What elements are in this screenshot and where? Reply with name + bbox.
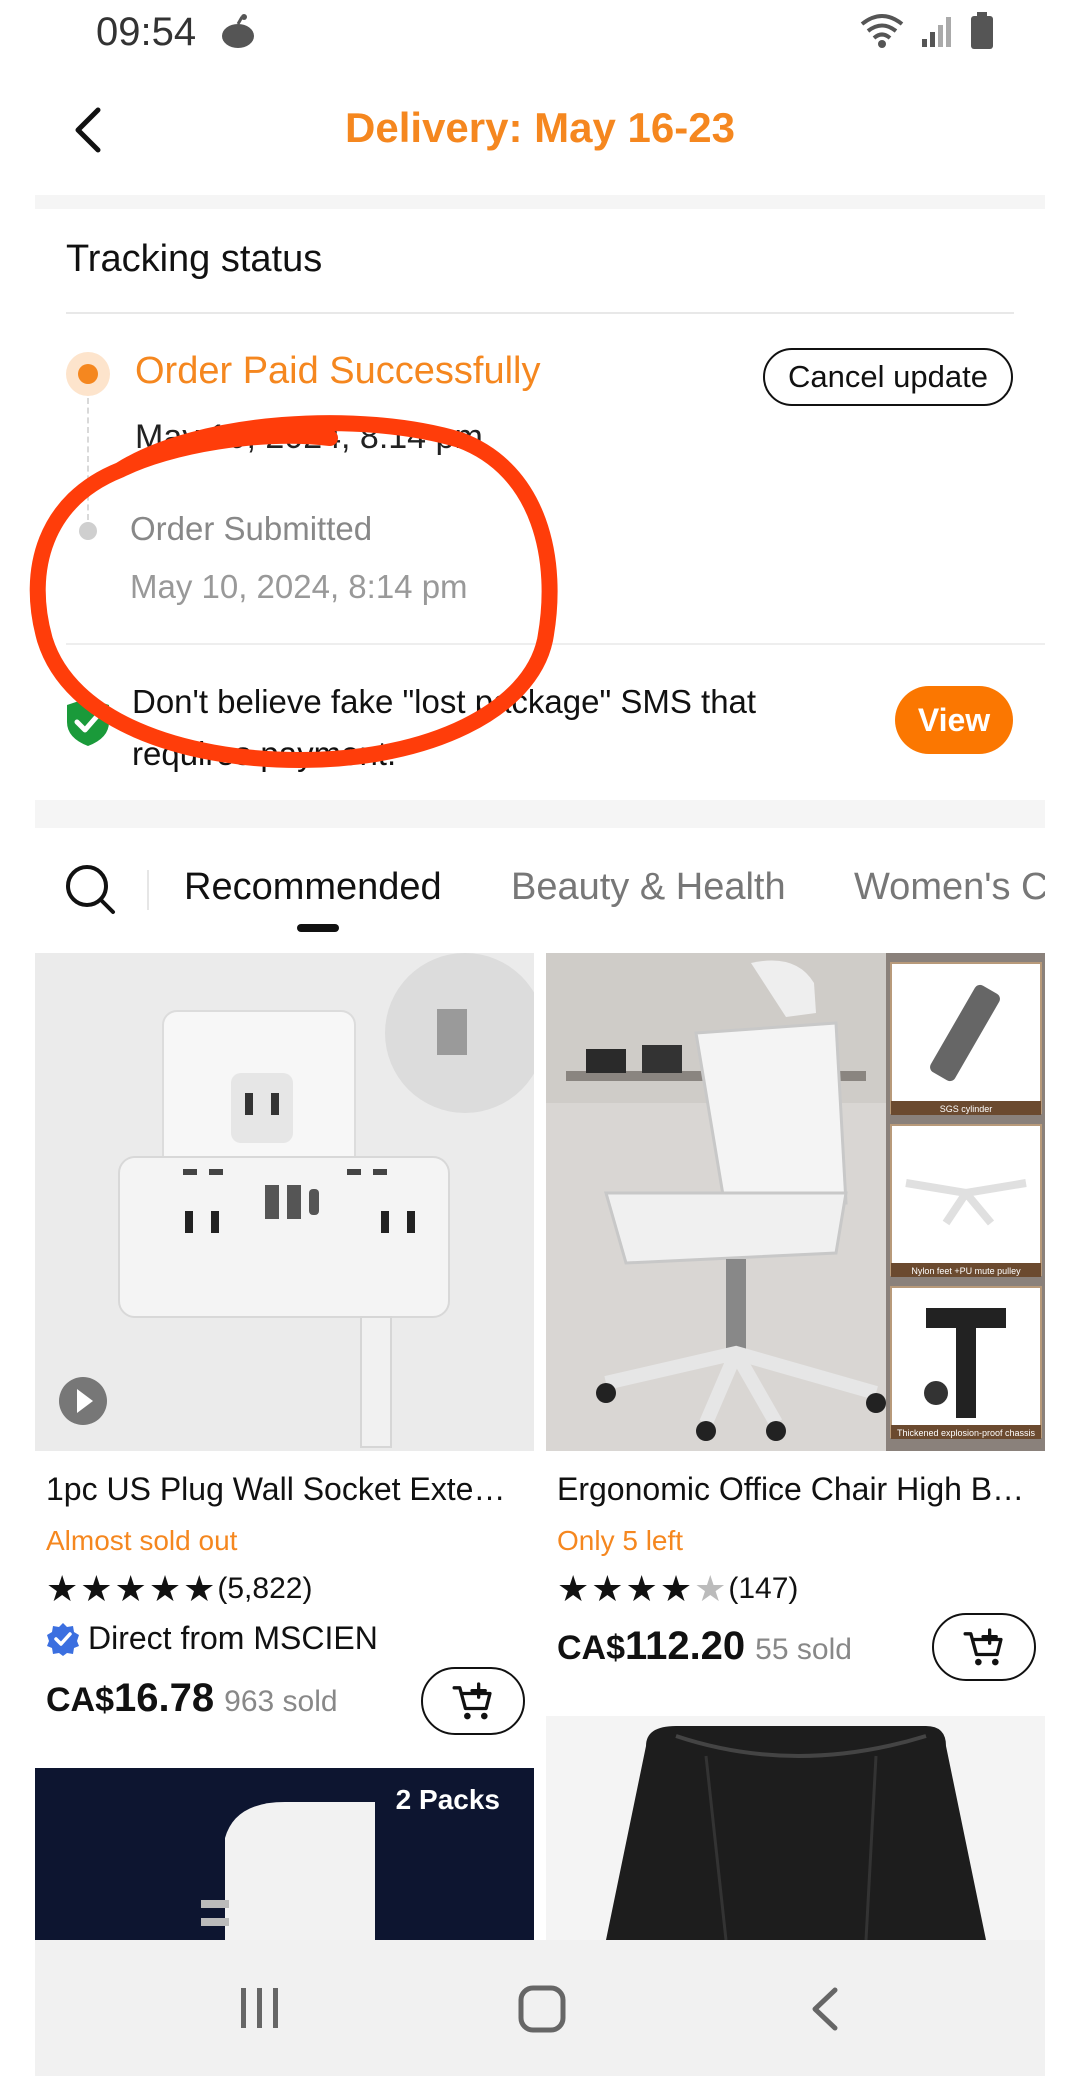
header-divider bbox=[35, 195, 1045, 209]
tab-beauty-health[interactable]: Beauty & Health bbox=[511, 866, 786, 909]
status-time: 09:54 bbox=[96, 10, 197, 54]
event-order-submitted-date: May 10, 2024, 8:14 pm bbox=[130, 568, 468, 605]
event-order-paid-date: May 10, 2024, 8:14 pm bbox=[135, 418, 483, 456]
tab-recommended[interactable]: Recommended bbox=[184, 866, 442, 909]
battery-icon bbox=[971, 12, 993, 49]
sold-count: 55 bbox=[755, 1633, 789, 1666]
price-currency: CA$ bbox=[46, 1681, 115, 1719]
event-order-submitted-title: Order Submitted bbox=[130, 510, 373, 547]
timeline-connector bbox=[87, 398, 89, 520]
sold-count: 963 bbox=[224, 1685, 275, 1718]
price-value: 112.20 bbox=[625, 1624, 746, 1668]
system-nav-bar bbox=[35, 1940, 1045, 2076]
rating-stars-icon: ★★★★★ bbox=[557, 1568, 729, 1609]
stock-status: Almost sold out bbox=[46, 1525, 238, 1556]
status-bar: 09:54 bbox=[0, 0, 1080, 70]
image-caption: Nylon feet +PU mute pulley bbox=[911, 1266, 1021, 1276]
price-value: 16.78 bbox=[114, 1676, 215, 1720]
home-icon[interactable] bbox=[517, 1984, 567, 2034]
category-bar: Recommended Beauty & Health Women's Clot… bbox=[35, 840, 1045, 940]
signal-icon bbox=[922, 17, 951, 47]
page-title: Delivery: May 16-23 bbox=[345, 104, 735, 151]
drawstring-bag-illustration bbox=[606, 1726, 986, 1940]
system-back-icon[interactable] bbox=[805, 1986, 845, 2032]
divider bbox=[66, 643, 1045, 645]
sold-label: sold bbox=[796, 1633, 852, 1666]
image-caption: SGS cylinder bbox=[940, 1104, 993, 1114]
office-chair-illustration: SGS cylinder Nylon feet +PU mute pulley … bbox=[546, 953, 1045, 1451]
pack-badge: 2 Packs bbox=[395, 1784, 500, 1815]
sold-label: sold bbox=[282, 1685, 338, 1718]
review-count: (147) bbox=[728, 1572, 799, 1605]
shield-check-icon bbox=[67, 698, 109, 746]
timeline-past-dot bbox=[79, 522, 97, 540]
cancel-update-button[interactable]: Cancel update bbox=[763, 348, 1013, 406]
recent-apps-icon[interactable] bbox=[235, 1986, 285, 2030]
rating-stars-icon: ★★★★★ bbox=[46, 1568, 218, 1609]
seller-name: Direct from MSCIEN bbox=[88, 1620, 378, 1656]
price-currency: CA$ bbox=[557, 1629, 626, 1667]
rating-row: ★★★★★ (147) bbox=[557, 1568, 798, 1610]
product-image-drawstring-bag[interactable] bbox=[546, 1716, 1045, 1940]
timeline-active-dot-core bbox=[78, 364, 98, 384]
app-notification-icon bbox=[222, 14, 254, 48]
product-image-charger[interactable]: 2 Packs bbox=[35, 1768, 534, 1940]
search-icon[interactable] bbox=[63, 862, 117, 916]
seller-row: Direct from MSCIEN bbox=[46, 1620, 378, 1657]
wall-socket-illustration bbox=[35, 953, 534, 1451]
add-to-cart-button[interactable] bbox=[421, 1667, 525, 1735]
rating-row: ★★★★★ (5,822) bbox=[46, 1568, 312, 1610]
verified-badge-icon bbox=[47, 1622, 79, 1656]
product-image-office-chair[interactable]: SGS cylinder Nylon feet +PU mute pulley … bbox=[546, 953, 1045, 1451]
product-title[interactable]: Ergonomic Office Chair High Back bbox=[557, 1471, 1033, 1508]
product-title[interactable]: 1pc US Plug Wall Socket Extender bbox=[46, 1471, 516, 1508]
price-row: CA$112.20 55 sold bbox=[557, 1624, 852, 1669]
stock-status: Only 5 left bbox=[557, 1525, 684, 1556]
divider bbox=[147, 870, 149, 910]
section-divider bbox=[35, 800, 1045, 828]
status-icons bbox=[858, 12, 994, 50]
review-count: (5,822) bbox=[217, 1572, 313, 1605]
event-order-paid-title: Order Paid Successfully bbox=[135, 350, 541, 392]
view-notice-button[interactable]: View bbox=[895, 686, 1013, 754]
product-image-wall-socket[interactable] bbox=[35, 953, 534, 1451]
tracking-status-heading: Tracking status bbox=[66, 238, 323, 280]
divider bbox=[66, 312, 1014, 314]
image-caption: Thickened explosion-proof chassis bbox=[897, 1428, 1036, 1438]
price-row: CA$16.78 963 sold bbox=[46, 1676, 338, 1721]
active-tab-indicator bbox=[297, 924, 339, 932]
wifi-icon bbox=[860, 14, 904, 48]
page-header: Delivery: May 16-23 bbox=[0, 80, 1080, 180]
security-notice: Don't believe fake "lost package" SMS th… bbox=[132, 683, 757, 772]
add-to-cart-button[interactable] bbox=[932, 1613, 1036, 1681]
tab-womens-clothing[interactable]: Women's Clothing bbox=[854, 866, 1045, 909]
